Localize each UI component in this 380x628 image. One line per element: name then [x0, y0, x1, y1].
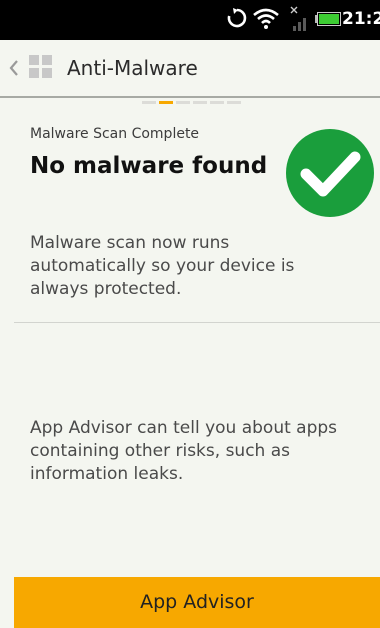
- page-title: Anti-Malware: [67, 56, 198, 80]
- page-dot: [142, 101, 156, 104]
- app-advisor-button[interactable]: App Advisor: [14, 577, 380, 628]
- app-header: Anti-Malware: [0, 40, 380, 98]
- status-bar: 21:29: [0, 0, 380, 40]
- page-dot-active: [159, 101, 173, 104]
- back-chevron-icon[interactable]: [9, 59, 19, 77]
- scan-status-label: Malware Scan Complete: [30, 126, 200, 142]
- page-indicator: [142, 101, 254, 104]
- page-dot: [210, 101, 224, 104]
- scan-description: Malware scan now runs automatically so y…: [30, 233, 295, 299]
- app-advisor-description: App Advisor can tell you about apps cont…: [30, 418, 338, 484]
- check-circle-icon: [286, 129, 374, 217]
- page-dot: [193, 101, 207, 104]
- wifi-icon: [253, 8, 279, 29]
- app-grid-icon[interactable]: [29, 55, 53, 79]
- page-dot: [176, 101, 190, 104]
- battery-icon: [315, 12, 341, 26]
- sync-icon: [227, 8, 247, 28]
- page-dot: [227, 101, 241, 104]
- signal-icon: [290, 6, 306, 31]
- scan-result-title: No malware found: [30, 153, 268, 179]
- clock-time: 21:29: [342, 9, 380, 29]
- section-divider: [14, 322, 380, 323]
